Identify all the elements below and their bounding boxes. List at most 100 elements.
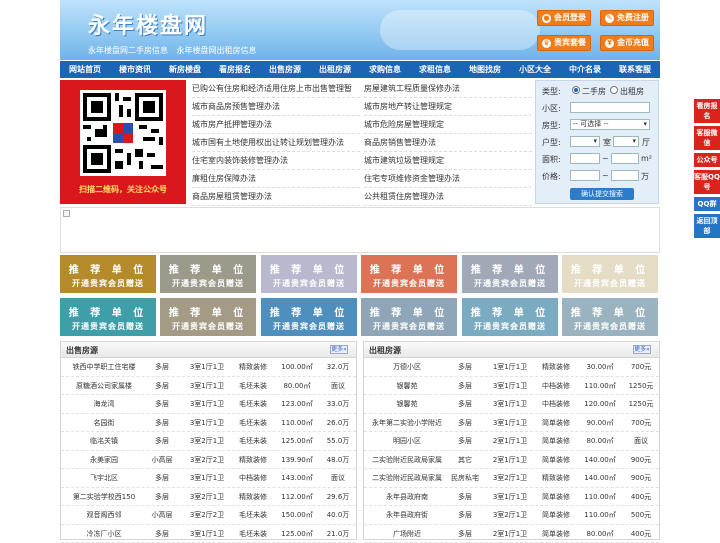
policy-link[interactable]: 商品房销售管理办法 (364, 134, 532, 152)
listing-community-name[interactable]: 观音阁西邻 (61, 506, 147, 524)
policy-link[interactable]: 城市国有土地使用权出让转让规划管理办法 (192, 134, 360, 152)
recommended-unit-tile[interactable]: 推 荐 单 位开通贵宾会员赠送 (462, 298, 558, 336)
policy-link[interactable]: 城市房产抵押管理办法 (192, 116, 360, 134)
policy-link[interactable]: 城市商品房预售管理办法 (192, 98, 360, 116)
policy-link[interactable]: 住宅专项维修资金管理办法 (364, 170, 532, 188)
side-back-to-top[interactable]: 返回顶部 (694, 214, 720, 238)
listing-community-name[interactable]: 飞宇北区 (61, 469, 147, 487)
listing-community-name[interactable]: 海龙湾 (61, 395, 147, 413)
register-button[interactable]: ✎免费注册 (600, 10, 654, 26)
policy-link[interactable]: 房屋建筑工程质量保修办法 (364, 80, 532, 98)
more-button[interactable]: 更多» (330, 345, 348, 354)
room-count-select[interactable]: ▾ (570, 136, 600, 147)
listing-row[interactable]: 银馨苑多层3室1厅1卫中档装修110.00㎡1250元 (364, 377, 659, 396)
more-button[interactable]: 更多» (633, 345, 651, 354)
nav-viewing-signup[interactable]: 看房报名 (210, 61, 260, 78)
side-official-account[interactable]: 公众号 (694, 153, 720, 167)
login-button[interactable]: ●会员登录 (537, 10, 591, 26)
recommended-unit-tile[interactable]: 推 荐 单 位开通贵宾会员赠送 (562, 298, 658, 336)
listing-row[interactable]: 冷冻厂小区多层3室1厅1卫毛坯未装125.00㎡21.0万 (61, 525, 356, 543)
listing-community-name[interactable]: 名园街 (61, 414, 147, 432)
listing-row[interactable]: 飞宇北区多层3室1厅1卫中档装修143.00㎡面议 (61, 469, 356, 488)
recommended-unit-tile[interactable]: 推 荐 单 位开通贵宾会员赠送 (60, 298, 156, 336)
nav-communities[interactable]: 小区大全 (510, 61, 560, 78)
nav-want-rent[interactable]: 求租信息 (410, 61, 460, 78)
side-viewing-signup[interactable]: 看房报名 (694, 99, 720, 123)
listing-row[interactable]: 永年县政府街多层3室2厅1卫简单装修110.00㎡500元 (364, 506, 659, 525)
hall-count-select[interactable]: ▾ (613, 136, 639, 147)
side-service-wechat[interactable]: 客服微信 (694, 126, 720, 150)
nav-news[interactable]: 楼市资讯 (110, 61, 160, 78)
listing-row[interactable]: 观音阁西邻小高层3室2厅2卫毛坯未装150.00㎡40.0万 (61, 506, 356, 525)
policy-link[interactable]: 城市房地产转让管理规定 (364, 98, 532, 116)
listing-row[interactable]: 永年县政府南多层3室1厅1卫简单装修110.00㎡400元 (364, 488, 659, 507)
recharge-button[interactable]: ¥金币充值 (600, 35, 654, 51)
policy-link[interactable]: 城市建筑垃圾管理规定 (364, 152, 532, 170)
listing-community-name[interactable]: 二实验附近民政局家属 (364, 451, 450, 469)
listing-row[interactable]: 原糖酒公司家属楼多层3室1厅1卫毛坯未装80.00㎡面议 (61, 377, 356, 396)
policy-link[interactable]: 城市危险房屋管理规定 (364, 116, 532, 134)
nav-new-homes[interactable]: 新房楼盘 (160, 61, 210, 78)
nav-agents[interactable]: 中介名录 (560, 61, 610, 78)
policy-link[interactable]: 廉租住房保障办法 (192, 170, 360, 188)
radio-rent[interactable] (610, 86, 618, 94)
site-logo[interactable]: 永年楼盘网 (88, 8, 208, 40)
price-min-input[interactable] (570, 170, 600, 181)
vip-package-button[interactable]: ♛贵宾套餐 (537, 35, 591, 51)
ad-banner[interactable] (60, 207, 660, 253)
policy-link[interactable]: 公共租赁住房管理办法 (364, 188, 532, 206)
listing-community-name[interactable]: 明园小区 (364, 432, 450, 450)
nav-for-sale[interactable]: 出售房源 (260, 61, 310, 78)
listing-community-name[interactable]: 铁西中学职工住宅楼 (61, 358, 147, 376)
nav-home[interactable]: 网站首页 (60, 61, 110, 78)
community-input[interactable] (570, 102, 650, 113)
listing-row[interactable]: 铁西中学职工住宅楼多层3室1厅1卫精致装修100.00㎡32.0万 (61, 358, 356, 377)
listing-community-name[interactable]: 第二实验学校西150 (61, 488, 147, 506)
recommended-unit-tile[interactable]: 推 荐 单 位开通贵宾会员赠送 (160, 298, 256, 336)
listing-row[interactable]: 二实验附近民政局家属其它2室1厅1卫简单装修140.00㎡900元 (364, 451, 659, 470)
nav-want-buy[interactable]: 求购信息 (360, 61, 410, 78)
listing-community-name[interactable]: 万德小区 (364, 358, 450, 376)
listing-row[interactable]: 第二实验学校西150多层3室2厅1卫精致装修112.00㎡29.6万 (61, 488, 356, 507)
listing-row[interactable]: 万德小区多层1室1厅1卫精致装修30.00㎡700元 (364, 358, 659, 377)
listing-row[interactable]: 海龙湾多层3室1厅1卫毛坯未装123.00㎡33.0万 (61, 395, 356, 414)
listing-row[interactable]: 永年第二实验小学附近多层3室1厅1卫简单装修90.00㎡700元 (364, 414, 659, 433)
nav-map-search[interactable]: 地图找房 (460, 61, 510, 78)
search-submit-button[interactable]: 确认提交搜索 (570, 188, 634, 200)
listing-community-name[interactable]: 永年县政府街 (364, 506, 450, 524)
nav-contact[interactable]: 联系客服 (610, 61, 660, 78)
size-min-input[interactable] (570, 153, 600, 164)
listing-row[interactable]: 名园街多层3室1厅1卫毛坯未装110.00㎡26.0万 (61, 414, 356, 433)
listing-row[interactable]: 永美家园小高层3室2厅2卫精致装修139.90㎡48.0万 (61, 451, 356, 470)
recommended-unit-tile[interactable]: 推 荐 单 位开通贵宾会员赠送 (361, 255, 457, 293)
policy-link[interactable]: 商品房屋租赁管理办法 (192, 188, 360, 206)
side-qq-group[interactable]: QQ群 (694, 197, 720, 211)
listing-community-name[interactable]: 原糖酒公司家属楼 (61, 377, 147, 395)
recommended-unit-tile[interactable]: 推 荐 单 位开通贵宾会员赠送 (361, 298, 457, 336)
nav-for-rent[interactable]: 出租房源 (310, 61, 360, 78)
recommended-unit-tile[interactable]: 推 荐 单 位开通贵宾会员赠送 (562, 255, 658, 293)
listing-community-name[interactable]: 永年县政府南 (364, 488, 450, 506)
policy-link[interactable]: 已购公有住房和经济适用住房上市出售管理暂 (192, 80, 360, 98)
price-max-input[interactable] (611, 170, 639, 181)
listing-row[interactable]: 二实验附近民政局家属民房私宅3室2厅1卫精致装修140.00㎡900元 (364, 469, 659, 488)
recommended-unit-tile[interactable]: 推 荐 单 位开通贵宾会员赠送 (462, 255, 558, 293)
side-service-qq[interactable]: 客服QQ号 (694, 170, 720, 194)
recommended-unit-tile[interactable]: 推 荐 单 位开通贵宾会员赠送 (261, 298, 357, 336)
radio-sale[interactable] (572, 86, 580, 94)
recommended-unit-tile[interactable]: 推 荐 单 位开通贵宾会员赠送 (60, 255, 156, 293)
listing-row[interactable]: 广场附近多层2室1厅1卫简单装修80.00㎡400元 (364, 525, 659, 543)
listing-community-name[interactable]: 二实验附近民政局家属 (364, 469, 450, 487)
house-type-select[interactable]: -- 可选择 --▾ (570, 119, 650, 130)
listing-community-name[interactable]: 银馨苑 (364, 395, 450, 413)
size-max-input[interactable] (611, 153, 639, 164)
policy-link[interactable]: 住宅室内装饰装修管理办法 (192, 152, 360, 170)
listing-community-name[interactable]: 临洺关镇 (61, 432, 147, 450)
listing-row[interactable]: 银馨苑多层3室1厅1卫中档装修120.00㎡1250元 (364, 395, 659, 414)
listing-row[interactable]: 临洺关镇多层3室2厅1卫毛坯未装125.00㎡55.0万 (61, 432, 356, 451)
listing-community-name[interactable]: 银馨苑 (364, 377, 450, 395)
recommended-unit-tile[interactable]: 推 荐 单 位开通贵宾会员赠送 (160, 255, 256, 293)
listing-community-name[interactable]: 永美家园 (61, 451, 147, 469)
recommended-unit-tile[interactable]: 推 荐 单 位开通贵宾会员赠送 (261, 255, 357, 293)
listing-row[interactable]: 明园小区多层2室1厅1卫简单装修80.00㎡面议 (364, 432, 659, 451)
